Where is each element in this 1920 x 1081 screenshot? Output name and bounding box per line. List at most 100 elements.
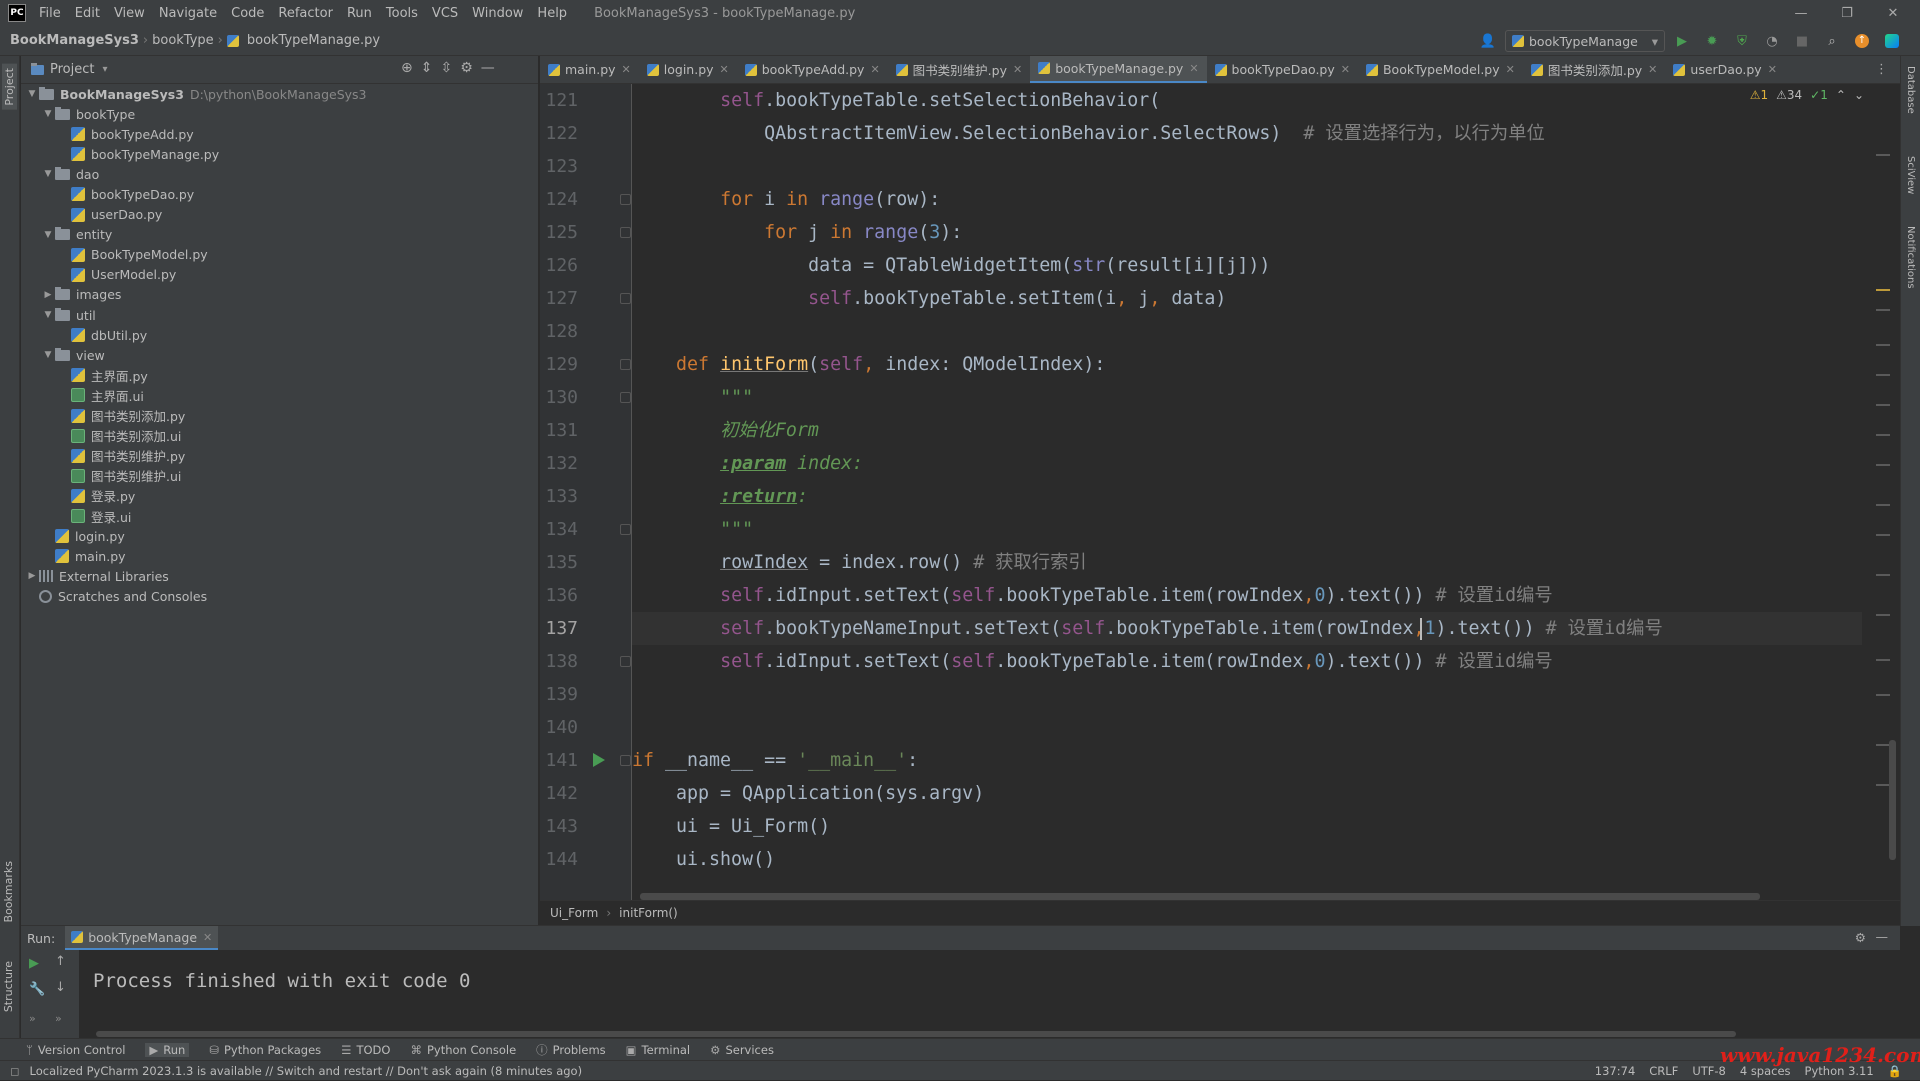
tree-item[interactable]: ▼ util [41, 305, 96, 325]
status-message[interactable]: Localized PyCharm 2023.1.3 is available … [30, 1064, 583, 1078]
tree-item[interactable]: 图书类别维护.py [57, 446, 185, 466]
more-icon[interactable]: » [55, 1012, 62, 1025]
close-tab-icon[interactable]: ✕ [1013, 63, 1022, 76]
editor-tab[interactable]: bookTypeManage.py ✕ [1030, 56, 1207, 83]
menu-code[interactable]: Code [224, 6, 271, 21]
editor-tab[interactable]: main.py ✕ [540, 56, 639, 83]
run-config-selector[interactable]: bookTypeManage ▾ [1505, 30, 1665, 52]
tree-item[interactable]: UserModel.py [57, 265, 176, 285]
tree-item[interactable]: login.py [41, 526, 125, 546]
fold-marker-icon[interactable] [620, 755, 631, 766]
chevron-down-icon[interactable]: ▾ [102, 64, 107, 75]
code-editor[interactable]: 121 122 123 124 125 126 127 128 129 130 131 132 133 1… [540, 84, 1900, 900]
user-account-icon[interactable]: 👤 [1475, 29, 1501, 53]
tree-item[interactable]: BookTypeModel.py [57, 245, 208, 265]
editor-tab[interactable]: userDao.py ✕ [1665, 56, 1785, 83]
notifications-tool-tab[interactable]: Notifications [1905, 226, 1916, 289]
sciview-tool-tab[interactable]: SciView [1905, 156, 1916, 194]
jetbrains-logo-icon[interactable] [1879, 29, 1905, 53]
close-tab-icon[interactable]: ✕ [870, 63, 879, 76]
horizontal-scrollbar[interactable] [640, 893, 1760, 900]
vertical-scrollbar[interactable] [1889, 740, 1896, 860]
tool-version-control[interactable]: ᛘ Version Control [26, 1043, 125, 1057]
caret-position[interactable]: 137:74 [1595, 1064, 1635, 1078]
project-tool-tab[interactable]: Project [2, 64, 17, 110]
chevron-down-icon[interactable]: ▼ [25, 89, 39, 99]
breadcrumb-folder[interactable]: bookType [148, 33, 218, 48]
tree-item[interactable]: ▼ view [41, 345, 105, 365]
close-icon[interactable]: ✕ [203, 931, 212, 944]
rerun-icon[interactable]: ▶ [29, 956, 39, 971]
chevron-down-icon[interactable]: ▼ [41, 310, 55, 320]
more-tabs-icon[interactable]: ⋮ [1875, 62, 1888, 77]
tree-item[interactable]: 登录.ui [57, 506, 131, 526]
fold-marker-icon[interactable] [620, 293, 631, 304]
chevron-down-icon[interactable]: ▼ [41, 109, 55, 119]
tree-item[interactable]: 登录.py [57, 486, 135, 506]
fold-marker-icon[interactable] [620, 524, 631, 535]
tree-item[interactable]: 图书类别添加.ui [57, 426, 181, 446]
tree-item[interactable]: bookTypeAdd.py [57, 124, 194, 144]
error-stripe[interactable] [1876, 84, 1890, 900]
tree-item[interactable]: main.py [41, 546, 126, 566]
fold-marker-icon[interactable] [620, 656, 631, 667]
menu-tools[interactable]: Tools [379, 6, 425, 21]
code-area[interactable]: self.bookTypeTable.setSelectionBehavior(… [632, 84, 1862, 900]
chevron-down-icon[interactable]: ▼ [41, 350, 55, 360]
tree-item[interactable]: bookTypeManage.py [57, 144, 219, 164]
minimize-icon[interactable]: — [1778, 0, 1824, 26]
run-icon[interactable]: ▶ [1669, 29, 1695, 53]
tool-todo[interactable]: ☰ TODO [341, 1043, 390, 1057]
fold-marker-icon[interactable] [620, 359, 631, 370]
restore-icon[interactable]: ❐ [1824, 0, 1870, 26]
tree-item[interactable]: ▼ entity [41, 225, 112, 245]
menu-run[interactable]: Run [340, 6, 379, 21]
fold-marker-icon[interactable] [620, 194, 631, 205]
close-tab-icon[interactable]: ✕ [1768, 63, 1777, 76]
editor-tab[interactable]: bookTypeAdd.py ✕ [737, 56, 888, 83]
console-scrollbar[interactable] [96, 1031, 1736, 1037]
tree-item[interactable]: ▶ images [41, 285, 121, 305]
editor-tab[interactable]: 图书类别添加.py ✕ [1523, 56, 1666, 83]
hide-panel-icon[interactable]: — [481, 60, 495, 76]
breadcrumb-file[interactable]: bookTypeManage.py [243, 33, 384, 48]
wrench-icon[interactable]: 🔧 [29, 982, 45, 997]
menu-file[interactable]: File [32, 6, 68, 21]
tool-terminal[interactable]: ▣ Terminal [626, 1043, 690, 1057]
database-tool-tab[interactable]: Database [1905, 66, 1916, 114]
close-tab-icon[interactable]: ✕ [1506, 63, 1515, 76]
fold-marker-icon[interactable] [620, 227, 631, 238]
chevron-down-icon[interactable]: ▼ [41, 169, 55, 179]
debug-icon[interactable]: ✹ [1699, 29, 1725, 53]
locate-file-icon[interactable]: ⊕ [401, 60, 413, 76]
status-toggle-icon[interactable]: ◻ [10, 1064, 20, 1078]
tree-item[interactable]: 图书类别添加.py [57, 406, 185, 426]
editor-tab[interactable]: bookTypeDao.py ✕ [1207, 56, 1358, 83]
more-icon[interactable]: » [29, 1012, 36, 1025]
breadcrumb-class[interactable]: Ui_Form [550, 906, 598, 920]
stop-icon[interactable]: ■ [1789, 29, 1815, 53]
collapse-all-icon[interactable]: ⇳ [440, 60, 452, 76]
gear-icon[interactable]: ⚙ [460, 60, 473, 76]
profile-icon[interactable]: ◔ [1759, 29, 1785, 53]
search-icon[interactable]: ⌕ [1819, 29, 1845, 53]
menu-vcs[interactable]: VCS [425, 6, 465, 21]
arrow-up-icon[interactable]: ↑ [55, 954, 66, 969]
tree-item[interactable]: ▶ External Libraries [25, 566, 169, 586]
tree-item[interactable]: Scratches and Consoles [25, 586, 207, 606]
menu-view[interactable]: View [107, 6, 152, 21]
gear-icon[interactable]: ⚙ [1855, 930, 1866, 945]
tool-problems[interactable]: ⓘ Problems [536, 1042, 606, 1058]
structure-tool-tab[interactable]: Structure [2, 961, 15, 1012]
tree-item[interactable]: dbUtil.py [57, 325, 147, 345]
close-window-icon[interactable]: ✕ [1870, 0, 1916, 26]
inspection-widget[interactable]: ⚠1 ⚠34 ✓1 ⌃ ⌄ [1750, 88, 1864, 102]
close-tab-icon[interactable]: ✕ [1189, 62, 1198, 75]
chevron-right-icon[interactable]: ▶ [41, 290, 55, 300]
chevron-right-icon[interactable]: ▶ [25, 571, 39, 581]
line-separator[interactable]: CRLF [1649, 1064, 1678, 1078]
tree-item[interactable]: 主界面.py [57, 365, 148, 385]
project-panel-title[interactable]: Project [50, 62, 94, 77]
chevron-down-icon[interactable]: ⌄ [1854, 88, 1864, 102]
tree-item[interactable]: 主界面.ui [57, 385, 144, 405]
